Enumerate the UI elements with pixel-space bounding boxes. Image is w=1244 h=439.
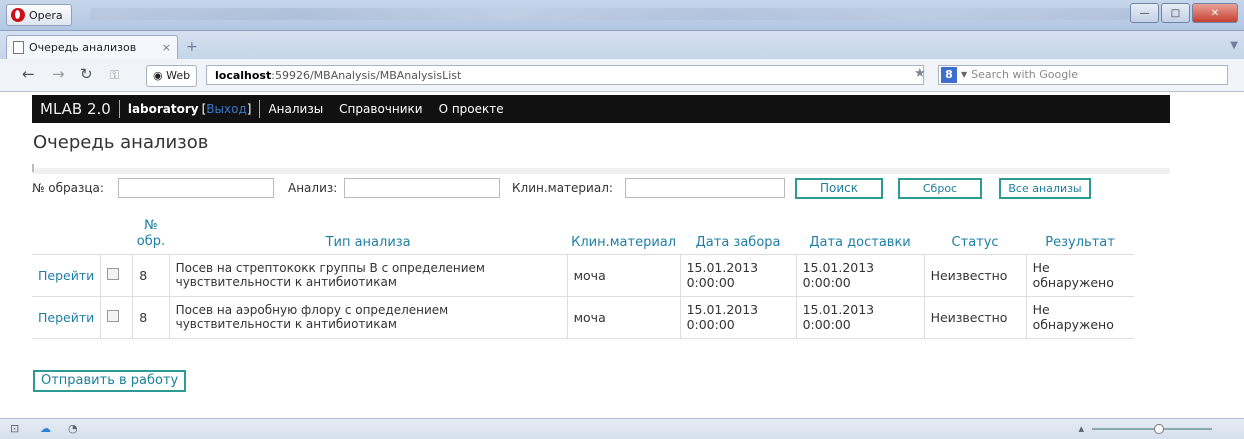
- menu-item-references[interactable]: Справочники: [339, 102, 422, 116]
- navigation-bar: ← → ↻ ⚿ ◉ Web localhost:59926/MBAnalysis…: [0, 59, 1244, 92]
- filter-bar: № образца: Анализ: Клин.материал: Поиск …: [32, 178, 1172, 200]
- column-status[interactable]: Статус: [924, 216, 1026, 254]
- analysis-label: Анализ:: [288, 181, 338, 195]
- material: моча: [566, 253, 681, 296]
- globe-icon: ◉: [153, 69, 167, 82]
- table-header-row: № обр. Тип анализа Клин.материал Дата за…: [32, 216, 1134, 254]
- sample-number: 8: [132, 253, 170, 296]
- chevron-down-icon[interactable]: ▼: [961, 65, 967, 85]
- goto-link[interactable]: Перейти: [32, 295, 101, 338]
- delivered-date: 15.01.2013 0:00:00: [795, 295, 925, 338]
- address-input[interactable]: localhost:59926/MBAnalysis/MBAnalysisLis…: [206, 65, 924, 85]
- search-button[interactable]: Поиск: [795, 178, 883, 199]
- collected-date: 15.01.2013 0:00:00: [679, 295, 797, 338]
- sample-number: 8: [132, 295, 170, 338]
- divider: [118, 100, 120, 118]
- analysis-type: Посев на аэробную флору с определением ч…: [168, 295, 568, 338]
- brand-link[interactable]: MLAB 2.0: [40, 100, 111, 118]
- blurred-title-area: [90, 8, 1130, 20]
- window-titlebar: Opera — □ ✕: [0, 0, 1244, 31]
- bookmark-star-icon[interactable]: ★: [914, 66, 926, 81]
- collected-date: 15.01.2013 0:00:00: [679, 253, 797, 296]
- column-result[interactable]: Результат: [1026, 216, 1134, 254]
- table-row: Перейти 8 Посев на аэробную флору с опре…: [32, 295, 1135, 338]
- material-input[interactable]: [625, 178, 785, 198]
- status: Неизвестно: [923, 253, 1027, 296]
- search-input[interactable]: 8 ▼ Search with Google: [938, 65, 1228, 85]
- minimize-icon[interactable]: —: [1130, 3, 1159, 23]
- reload-icon[interactable]: ↻: [80, 65, 93, 83]
- row-checkbox[interactable]: [107, 309, 120, 322]
- reset-button[interactable]: Сброс: [898, 178, 982, 199]
- web-label: Web: [166, 69, 191, 82]
- speed-dial-icon[interactable]: ◔: [68, 422, 78, 435]
- menu-item-about[interactable]: О проекте: [439, 102, 504, 116]
- panel-toggle-icon[interactable]: ⊡: [10, 422, 19, 435]
- zoom-slider[interactable]: [1092, 428, 1212, 430]
- result: Не обнаружено: [1025, 253, 1135, 296]
- new-tab-icon[interactable]: +: [186, 40, 202, 54]
- menu-item-analyses[interactable]: Анализы: [268, 102, 323, 116]
- column-collected[interactable]: Дата забора: [680, 216, 796, 254]
- analysis-type: Посев на стрептококк группы В с определе…: [168, 253, 568, 296]
- loading-bar: [32, 164, 1170, 174]
- key-icon[interactable]: ⚿: [110, 68, 119, 83]
- url-path: :59926/MBAnalysis/MBAnalysisList: [271, 69, 462, 82]
- column-material[interactable]: Клин.материал: [567, 216, 680, 254]
- material: моча: [566, 295, 681, 338]
- maximize-icon[interactable]: □: [1161, 3, 1190, 23]
- url-host: localhost: [215, 69, 272, 82]
- tab-list-icon[interactable]: ▼: [1230, 40, 1238, 51]
- logout-link[interactable]: Выход: [206, 102, 246, 116]
- page-icon: [13, 41, 24, 54]
- opera-logo-icon: [11, 8, 25, 22]
- sample-number-label: № образца:: [32, 181, 104, 195]
- status-bar: ⊡ ☁ ◔ ▴: [0, 418, 1244, 439]
- search-engine-icon[interactable]: 8: [941, 67, 957, 83]
- scroll-up-icon[interactable]: ▴: [1078, 422, 1084, 435]
- window-controls: — □ ✕: [1130, 3, 1238, 23]
- all-analyses-button[interactable]: Все анализы: [999, 178, 1091, 199]
- delivered-date: 15.01.2013 0:00:00: [795, 253, 925, 296]
- app-name: Opera: [29, 8, 63, 22]
- tab-close-icon[interactable]: ×: [162, 41, 171, 54]
- tab-title: Очередь анализов: [29, 41, 137, 54]
- material-label: Клин.материал:: [512, 181, 613, 195]
- bracket-close: ]: [246, 102, 252, 116]
- tab-bar: Очередь анализов × + ▼: [0, 31, 1244, 59]
- search-placeholder: Search with Google: [971, 68, 1079, 81]
- close-window-icon[interactable]: ✕: [1192, 3, 1238, 23]
- zoom-slider-handle[interactable]: [1154, 424, 1164, 434]
- row-checkbox[interactable]: [107, 267, 120, 280]
- column-delivered[interactable]: Дата доставки: [796, 216, 924, 254]
- analysis-table: № обр. Тип анализа Клин.материал Дата за…: [32, 216, 1135, 339]
- back-icon[interactable]: ←: [22, 65, 35, 83]
- opera-menu-button[interactable]: Opera: [6, 4, 72, 26]
- column-number[interactable]: № обр.: [133, 216, 169, 254]
- column-type[interactable]: Тип анализа: [169, 216, 567, 254]
- site-info-button[interactable]: ◉ Web: [146, 65, 198, 87]
- cloud-icon[interactable]: ☁: [40, 422, 51, 435]
- table-row: Перейти 8 Посев на стрептококк группы В …: [32, 253, 1135, 296]
- goto-link[interactable]: Перейти: [32, 253, 101, 296]
- send-to-work-button[interactable]: Отправить в работу: [33, 370, 187, 392]
- app-header: MLAB 2.0 laboratory [ Выход ] Анализы Сп…: [32, 95, 1170, 123]
- page-title: Очередь анализов: [33, 132, 209, 153]
- status: Неизвестно: [923, 295, 1027, 338]
- sample-number-input[interactable]: [118, 178, 274, 198]
- username: laboratory: [127, 102, 199, 116]
- loading-bar-marker: [32, 164, 34, 172]
- tab-active[interactable]: Очередь анализов ×: [6, 35, 178, 59]
- divider: [259, 100, 261, 118]
- analysis-input[interactable]: [344, 178, 500, 198]
- result: Не обнаружено: [1025, 295, 1135, 338]
- forward-icon[interactable]: →: [52, 65, 65, 83]
